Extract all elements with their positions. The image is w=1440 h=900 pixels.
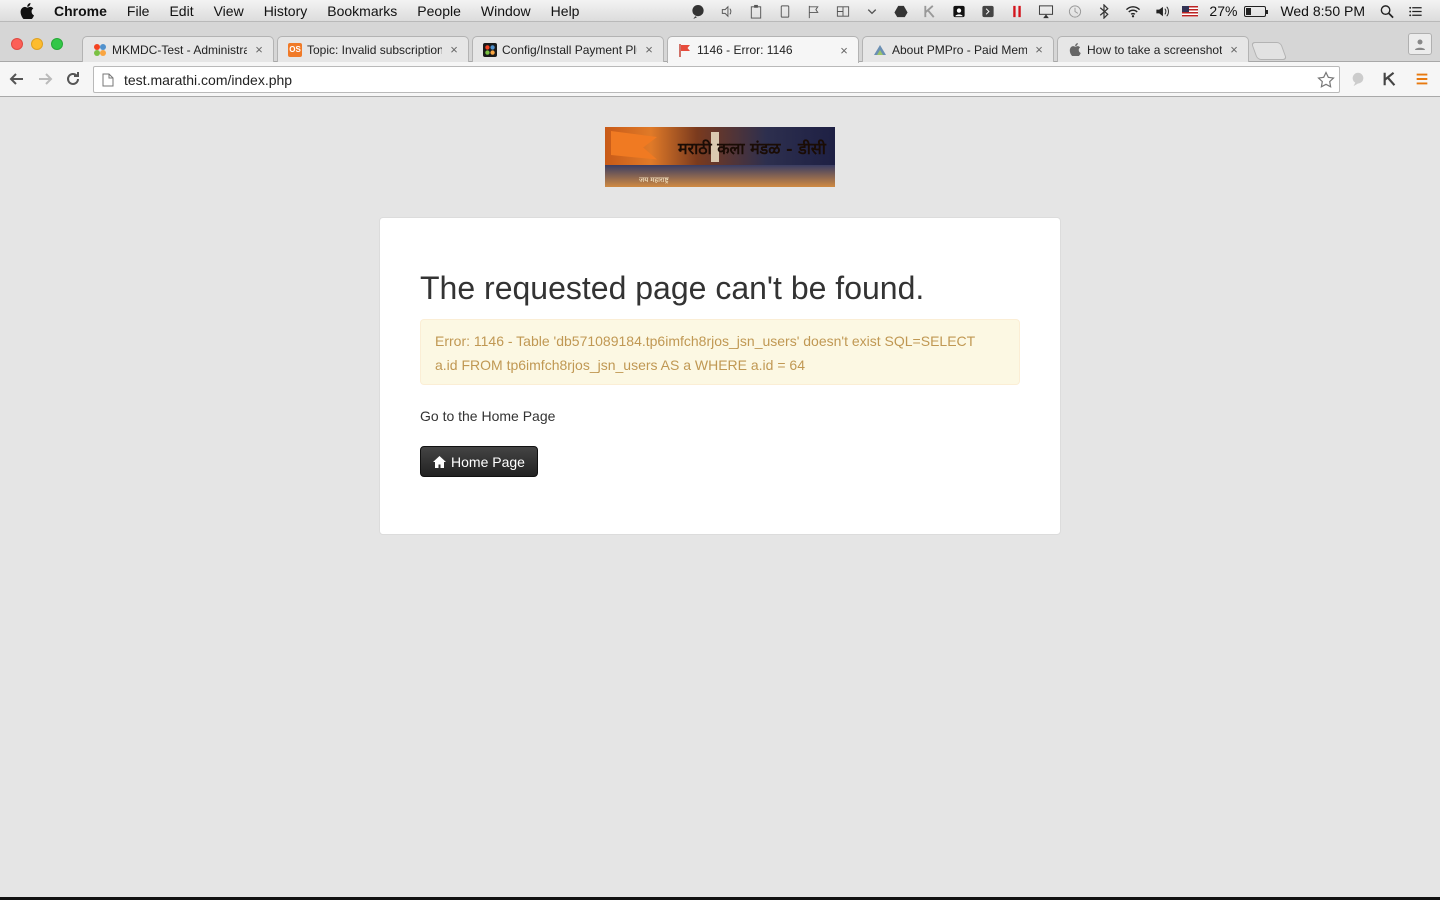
- close-window-button[interactable]: [11, 38, 23, 50]
- url-text[interactable]: test.marathi.com/index.php: [124, 72, 292, 88]
- home-page-button[interactable]: Home Page: [420, 446, 538, 477]
- os-icon: OS: [288, 42, 302, 57]
- menu-app-chrome[interactable]: Chrome: [44, 0, 117, 22]
- menu-people[interactable]: People: [407, 0, 471, 22]
- bracket-box-icon[interactable]: [979, 3, 996, 19]
- battery-level-fill: [1246, 7, 1252, 15]
- close-tab-icon[interactable]: ×: [643, 42, 655, 57]
- tab-title: MKMDC-Test - Administrat: [112, 42, 247, 57]
- chat-icon[interactable]: [689, 3, 706, 19]
- reload-icon[interactable]: [63, 69, 83, 89]
- menu-file[interactable]: File: [117, 0, 160, 22]
- tab-title: How to take a screenshot c: [1087, 42, 1222, 57]
- flag-icon: [678, 43, 692, 57]
- spotlight-search-icon[interactable]: [1378, 3, 1395, 19]
- tab-title: 1146 - Error: 1146: [697, 43, 793, 57]
- address-bar[interactable]: test.marathi.com/index.php: [93, 66, 1340, 93]
- apple-icon: [1068, 43, 1082, 57]
- volume-icon[interactable]: [1153, 3, 1170, 19]
- bookmark-star-icon[interactable]: [1317, 71, 1335, 89]
- menu-bookmarks[interactable]: Bookmarks: [317, 0, 407, 22]
- airplay-icon[interactable]: [1037, 3, 1054, 19]
- menu-help[interactable]: Help: [541, 0, 590, 22]
- extension-chat-icon[interactable]: [1349, 70, 1367, 88]
- close-tab-icon[interactable]: ×: [1228, 42, 1240, 57]
- bluetooth-icon[interactable]: [1095, 3, 1112, 19]
- forward-arrow-icon[interactable]: [35, 69, 55, 89]
- notification-center-icon[interactable]: [1407, 3, 1424, 19]
- joomla-icon: [483, 42, 497, 57]
- tab-config-payment[interactable]: Config/Install Payment Plug ×: [472, 36, 664, 62]
- zoom-window-button[interactable]: [51, 38, 63, 50]
- flag-outline-icon[interactable]: [805, 3, 822, 19]
- page-document-icon: [102, 73, 114, 86]
- browser-toolbar: test.marathi.com/index.php: [0, 62, 1440, 97]
- battery-icon[interactable]: [1244, 5, 1269, 17]
- pause-bars-icon[interactable]: [1008, 3, 1025, 19]
- menu-edit[interactable]: Edit: [159, 0, 203, 22]
- back-arrow-icon[interactable]: [7, 69, 27, 89]
- minimize-window-button[interactable]: [31, 38, 43, 50]
- tab-mkmdc-admin[interactable]: MKMDC-Test - Administrat ×: [82, 36, 274, 62]
- close-tab-icon[interactable]: ×: [448, 42, 460, 57]
- menu-history[interactable]: History: [254, 0, 318, 22]
- banner-title: मराठी कला मंडळ - डीसी: [678, 139, 826, 158]
- error-alert: Error: 1146 - Table 'db571089184.tp6imfc…: [420, 319, 1020, 385]
- speaker-waves-icon[interactable]: [718, 3, 735, 19]
- error-message-line2: a.id FROM tp6imfch8rjos_jsn_users AS a W…: [435, 357, 805, 373]
- macos-menu-bar: Chrome File Edit View History Bookmarks …: [0, 0, 1440, 22]
- home-icon: [433, 455, 447, 468]
- close-tab-icon[interactable]: ×: [253, 42, 265, 57]
- k-logo-icon[interactable]: [921, 3, 938, 19]
- site-banner-logo[interactable]: मराठी कला मंडळ - डीसी जय महाराष्ट्र: [605, 127, 835, 187]
- menu-window[interactable]: Window: [471, 0, 541, 22]
- tab-screenshot-howto[interactable]: How to take a screenshot c ×: [1057, 36, 1249, 62]
- document-icon[interactable]: [776, 3, 793, 19]
- tab-about-pmpro[interactable]: About PMPro - Paid Memb ×: [862, 36, 1054, 62]
- error-message-line1: Error: 1146 - Table 'db571089184.tp6imfc…: [435, 333, 976, 349]
- apple-menu-icon[interactable]: [16, 0, 38, 22]
- tab-invalid-subscription[interactable]: OS Topic: Invalid subscription ×: [277, 36, 469, 62]
- new-tab-button[interactable]: [1250, 42, 1288, 60]
- page-title: The requested page can't be found.: [420, 270, 925, 306]
- tab-title: Topic: Invalid subscription: [307, 42, 442, 57]
- extension-k-icon[interactable]: [1381, 70, 1399, 88]
- close-tab-icon[interactable]: ×: [838, 43, 850, 58]
- us-flag-input-icon[interactable]: [1182, 5, 1199, 17]
- window-layout-icon[interactable]: [834, 3, 851, 19]
- chrome-menu-icon[interactable]: [1413, 70, 1431, 88]
- home-page-button-label: Home Page: [451, 453, 525, 470]
- tab-title: About PMPro - Paid Memb: [892, 42, 1027, 57]
- joomla-icon: [93, 43, 107, 57]
- saffron-flag-graphic: [611, 131, 657, 160]
- battery-percent[interactable]: 27%: [1209, 3, 1237, 19]
- clipboard-icon[interactable]: [747, 3, 764, 19]
- menu-view[interactable]: View: [204, 0, 254, 22]
- close-tab-icon[interactable]: ×: [1033, 42, 1045, 57]
- chevron-down-icon[interactable]: [863, 3, 880, 19]
- pmpro-icon: [873, 43, 887, 57]
- error-card: The requested page can't be found. Error…: [379, 217, 1061, 535]
- menu-clock[interactable]: Wed 8:50 PM: [1280, 3, 1365, 19]
- google-drive-icon[interactable]: [892, 3, 909, 19]
- tab-title: Config/Install Payment Plug: [502, 42, 637, 57]
- contacts-icon[interactable]: [950, 3, 967, 19]
- profile-person-icon[interactable]: [1408, 33, 1432, 55]
- banner-subtitle: जय महाराष्ट्र: [639, 177, 669, 184]
- wifi-icon[interactable]: [1124, 3, 1141, 19]
- tab-strip: MKMDC-Test - Administrat × OS Topic: Inv…: [0, 22, 1440, 63]
- time-machine-icon[interactable]: [1066, 3, 1083, 19]
- tab-error-1146[interactable]: 1146 - Error: 1146 ×: [667, 36, 859, 63]
- goto-home-text: Go to the Home Page: [420, 408, 556, 424]
